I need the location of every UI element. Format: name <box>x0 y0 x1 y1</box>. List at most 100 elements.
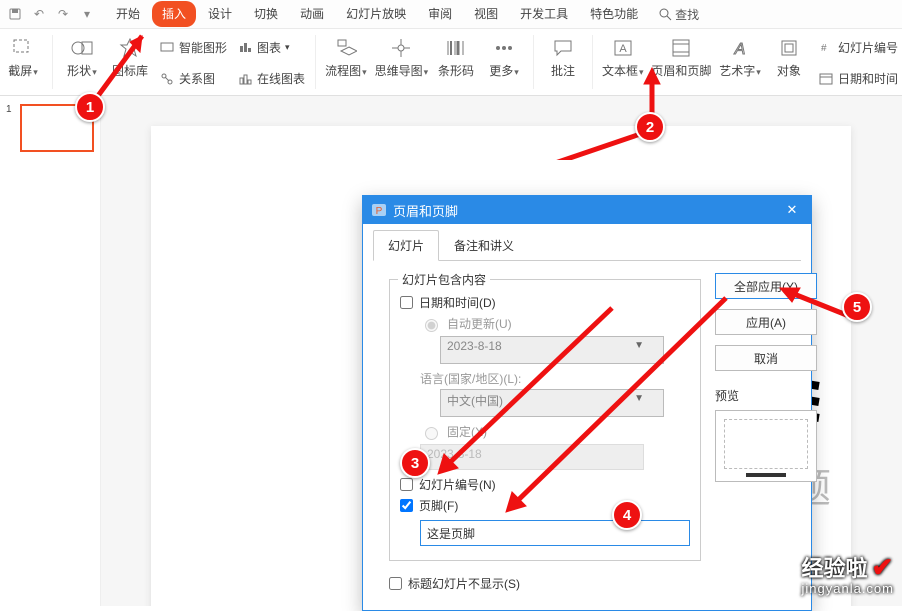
qat-dropdown-icon[interactable]: ▾ <box>76 7 98 21</box>
annotation-badge-5: 5 <box>842 292 872 322</box>
radio-fixed-input[interactable] <box>425 427 438 440</box>
tab-review[interactable]: 审阅 <box>418 1 462 27</box>
checkmark-icon: ✔ <box>872 552 894 583</box>
ribbon-mindmap[interactable]: 思维导图▾ <box>376 31 427 95</box>
group-slide-contents: 幻灯片包含内容 日期和时间(D) 自动更新(U) 2023-8-18 ▼ 语言(… <box>389 279 701 561</box>
ribbon-chart[interactable]: 图表▾ <box>237 39 305 56</box>
lang-select[interactable]: 中文(中国) <box>440 389 664 417</box>
ribbon-screencap[interactable]: 截屏▾ <box>4 31 42 95</box>
dialog-tab-slide[interactable]: 幻灯片 <box>373 230 439 261</box>
dialog-icon: P <box>371 202 387 218</box>
annotation-badge-1: 1 <box>75 92 105 122</box>
date-format-select[interactable]: 2023-8-18 <box>440 336 664 364</box>
chk-footer[interactable]: 页脚(F) <box>400 497 690 514</box>
datetime-icon <box>818 71 834 87</box>
dialog-tab-notes[interactable]: 备注和讲义 <box>439 230 529 261</box>
tab-features[interactable]: 特色功能 <box>580 1 648 27</box>
footer-text-input[interactable] <box>420 520 690 546</box>
radio-auto-input[interactable] <box>425 319 438 332</box>
chk-slidenum-input[interactable] <box>400 478 413 491</box>
mindmap-icon <box>387 34 415 62</box>
chk-datetime[interactable]: 日期和时间(D) <box>400 294 690 311</box>
tab-start[interactable]: 开始 <box>106 1 150 27</box>
tab-slideshow[interactable]: 幻灯片放映 <box>336 1 416 27</box>
ribbon-more[interactable]: 更多▾ <box>485 31 523 95</box>
search-box[interactable]: 查找 <box>658 6 699 23</box>
wordart-icon: A <box>726 34 754 62</box>
iconlib-icon <box>116 34 144 62</box>
chk-footer-label: 页脚(F) <box>419 497 458 514</box>
qat-save-icon[interactable] <box>4 7 26 21</box>
ribbon-smartshape[interactable]: 智能图形 <box>159 39 227 56</box>
chk-slidenum[interactable]: 幻灯片编号(N) <box>400 476 690 493</box>
radio-auto[interactable]: 自动更新(U) <box>420 315 690 332</box>
ribbon-barcode[interactable]: 条形码 <box>437 31 475 95</box>
ribbon-comment[interactable]: 批注 <box>544 31 582 95</box>
chk-hide-on-title[interactable]: 标题幻灯片不显示(S) <box>389 575 701 592</box>
ribbon-object[interactable]: 对象 <box>770 31 808 95</box>
textbox-icon: A <box>609 34 637 62</box>
ribbon-object-label: 对象 <box>777 64 801 78</box>
chk-datetime-input[interactable] <box>400 296 413 309</box>
ribbon-flowchart[interactable]: 流程图▾ <box>326 31 366 95</box>
tab-animation[interactable]: 动画 <box>290 1 334 27</box>
barcode-icon <box>442 34 470 62</box>
tab-transition[interactable]: 切换 <box>244 1 288 27</box>
watermark: 经验啦 ✔ jingyanla.com <box>802 551 895 596</box>
menu-tabs: 开始 插入 设计 切换 动画 幻灯片放映 审阅 视图 开发工具 特色功能 <box>106 0 648 28</box>
slide-thumbnails[interactable]: 1 <box>0 96 101 606</box>
ribbon-barcode-label: 条形码 <box>438 64 474 78</box>
btn-apply[interactable]: 应用(A) <box>715 309 817 335</box>
svg-text:A: A <box>734 41 746 58</box>
search-label: 查找 <box>675 6 699 23</box>
radio-fixed[interactable]: 固定(X) <box>420 423 690 440</box>
btn-apply-all[interactable]: 全部应用(Y) <box>715 273 817 299</box>
ribbon-headerfooter[interactable]: 页眉和页脚 <box>653 31 710 95</box>
ribbon-flowchart-label: 流程图 <box>325 64 361 78</box>
ribbon-slidenum[interactable]: # 幻灯片编号 <box>818 39 898 56</box>
ribbon-onlinechart[interactable]: 在线图表 <box>237 70 305 87</box>
preview-label: 预览 <box>715 387 817 404</box>
qat-undo-icon[interactable]: ↶ <box>28 7 50 21</box>
object-icon <box>775 34 803 62</box>
tab-devtools[interactable]: 开发工具 <box>510 1 578 27</box>
ribbon-iconlib-label: 图标库 <box>112 64 148 78</box>
ribbon-comment-label: 批注 <box>551 64 575 78</box>
annotation-badge-2: 2 <box>635 112 665 142</box>
annotation-badge-3: 3 <box>400 448 430 478</box>
ribbon-more-label: 更多 <box>489 64 513 78</box>
radio-fixed-label: 固定(X) <box>447 423 487 440</box>
watermark-url: jingyanla.com <box>802 581 895 596</box>
ribbon-shapes[interactable]: 形状▾ <box>63 31 101 95</box>
ribbon-smartshape-label: 智能图形 <box>179 39 227 56</box>
ribbon-wordart-label: 艺术字 <box>719 64 755 78</box>
group-title: 幻灯片包含内容 <box>398 271 490 288</box>
chart-icon <box>237 39 253 55</box>
ribbon-onlinechart-label: 在线图表 <box>257 70 305 87</box>
ribbon-wordart[interactable]: A 艺术字▾ <box>720 31 760 95</box>
dialog-close-button[interactable]: ✕ <box>781 202 803 218</box>
chk-hide-on-title-input[interactable] <box>389 577 402 590</box>
headerfooter-icon <box>667 34 695 62</box>
tab-design[interactable]: 设计 <box>198 1 242 27</box>
qat-redo-icon[interactable]: ↷ <box>52 7 74 21</box>
quick-access-toolbar: ↶ ↷ ▾ <box>4 0 98 28</box>
ribbon-chart-label: 图表 <box>257 39 281 56</box>
chk-footer-input[interactable] <box>400 499 413 512</box>
ribbon-textbox[interactable]: A 文本框▾ <box>603 31 643 95</box>
fixed-date-field: 2023-8-18 <box>420 444 644 470</box>
ribbon-datetime[interactable]: 日期和时间 <box>818 70 898 87</box>
tab-view[interactable]: 视图 <box>464 1 508 27</box>
more-icon <box>490 34 518 62</box>
tab-insert[interactable]: 插入 <box>152 1 196 27</box>
annotation-badge-4: 4 <box>612 500 642 530</box>
ribbon-relation[interactable]: 关系图 <box>159 70 227 87</box>
ribbon-datetime-label: 日期和时间 <box>838 70 898 87</box>
svg-text:A: A <box>619 43 627 55</box>
comment-icon <box>549 34 577 62</box>
dialog-titlebar[interactable]: P 页眉和页脚 ✕ <box>363 196 811 224</box>
flowchart-icon <box>332 34 360 62</box>
btn-cancel[interactable]: 取消 <box>715 345 817 371</box>
svg-text:#: # <box>821 43 827 54</box>
ribbon-iconlib[interactable]: 图标库 <box>111 31 149 95</box>
